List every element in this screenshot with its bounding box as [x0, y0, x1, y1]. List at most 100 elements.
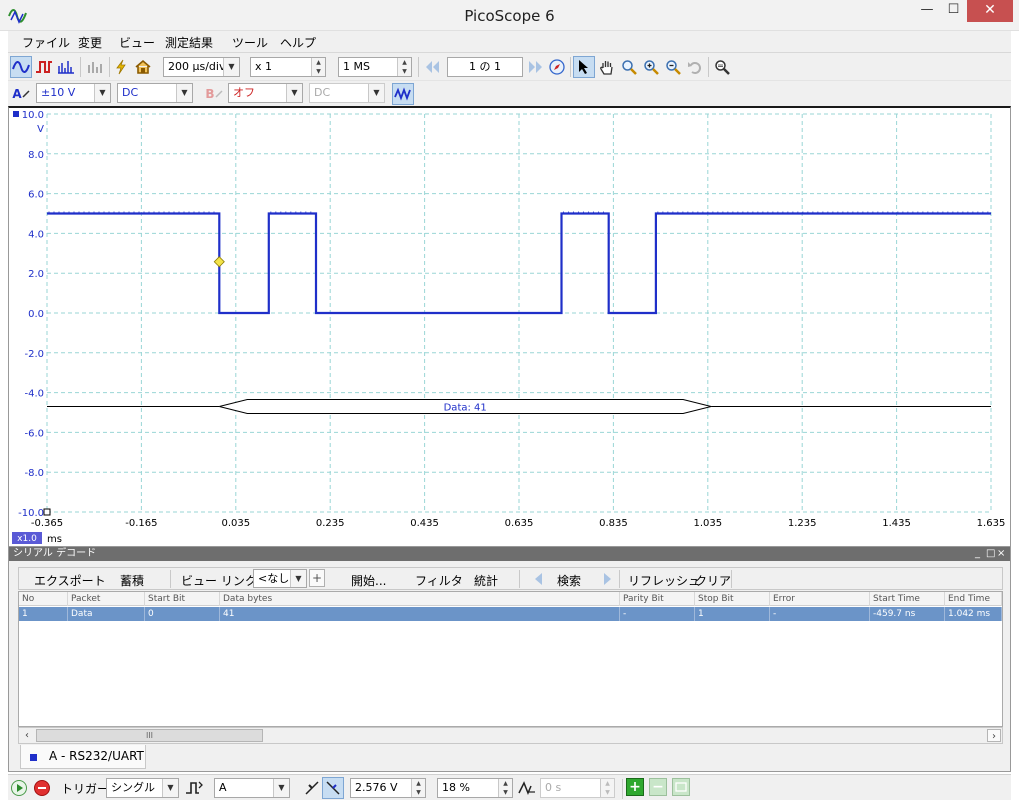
autosetup-icon[interactable]	[110, 56, 132, 78]
panel-restore-button[interactable]: □	[986, 547, 995, 561]
export-button[interactable]: エクスポート	[34, 572, 106, 589]
trigger-toolbar: トリガー シングル ▼ A ▼ 2.576 V ▲ ▼ 18 % ▲ ▼ 0 s ▲…	[8, 774, 1011, 800]
add-link-button[interactable]: +	[309, 569, 325, 587]
maximize-button[interactable]: ☐	[940, 0, 967, 22]
zoom-icon[interactable]	[618, 56, 640, 78]
view-link-select[interactable]: <なし> ▼	[253, 569, 307, 588]
column-header[interactable]: Error	[770, 592, 870, 606]
run-button[interactable]	[11, 780, 27, 796]
plus-icon: +	[629, 779, 641, 795]
scope-view[interactable]: 10.0 8.0 6.0 4.0 2.0 0.0 -2.0 -4.0 -6.0 -8.0 -10.0…	[8, 106, 1011, 546]
first-buffer-icon[interactable]	[421, 56, 443, 78]
timebase-select[interactable]: 200 µs/div ▼	[163, 57, 240, 77]
panel-minimize-button[interactable]: _	[975, 547, 980, 561]
math-channels-icon[interactable]	[392, 83, 414, 105]
add-measurement-button[interactable]: +	[626, 778, 644, 796]
close-button[interactable]: ✕	[967, 0, 1013, 22]
filter-button[interactable]: フィルタ	[415, 572, 463, 589]
x-tick-label: -0.365	[31, 518, 63, 529]
play-icon	[17, 784, 23, 792]
pretrigger-stepper[interactable]: 18 % ▲ ▼	[437, 778, 513, 798]
channel-a-coupling-select[interactable]: DC ▼	[117, 83, 193, 103]
home-icon[interactable]	[132, 56, 154, 78]
scope-mode-icon[interactable]	[10, 56, 32, 78]
column-header[interactable]: Start Time	[870, 592, 945, 606]
zoom-overview-icon[interactable]	[711, 56, 733, 78]
rising-edge-icon[interactable]	[301, 777, 323, 799]
menu-edit[interactable]: 変更	[78, 34, 102, 51]
x-axis-unit: ms	[47, 534, 62, 545]
channel-b-label: B	[205, 87, 215, 101]
decode-panel-title-bar: シリアル デコード _ □ ×	[9, 547, 1010, 561]
zoom-in-icon[interactable]	[640, 56, 662, 78]
stop-button[interactable]	[34, 780, 50, 796]
table-row[interactable]: 1 Data 0 41 - 1 - -459.7 ns 1.042 ms	[19, 607, 1002, 621]
menu-help[interactable]: ヘルプ	[280, 34, 316, 51]
channel-b-range-select[interactable]: オフ ▼	[228, 83, 303, 103]
scrollbar-thumb[interactable]: III	[36, 729, 263, 742]
column-header[interactable]: End Time	[945, 592, 1002, 606]
chevron-down-icon: ▼	[94, 84, 110, 102]
last-buffer-icon[interactable]	[525, 56, 547, 78]
table-cell: 1.042 ms	[945, 607, 1002, 621]
table-cell: -	[770, 607, 870, 621]
compass-icon[interactable]	[546, 56, 568, 78]
menu-bar: ファイル 変更 ビュー 測定結果 ツール ヘルプ	[8, 31, 1011, 53]
search-next-icon[interactable]	[597, 568, 619, 590]
stop-icon	[38, 787, 46, 789]
main-toolbar: 200 µs/div ▼ x 1 ▲ ▼ 1 MS ▲ ▼ 1 の 1	[8, 53, 1011, 81]
spectrum-mode-icon[interactable]	[55, 56, 77, 78]
chevron-down-icon: ▼	[273, 779, 289, 797]
menu-view[interactable]: ビュー	[119, 34, 155, 51]
trigger-mode-select[interactable]: シングル ▼	[106, 778, 179, 798]
scroll-right-icon[interactable]: ›	[987, 729, 1001, 742]
statistics-button[interactable]: 統計	[474, 572, 498, 589]
accumulate-button[interactable]: 蓄積	[120, 572, 144, 589]
pointer-icon[interactable]	[573, 56, 595, 78]
search-previous-icon[interactable]	[527, 568, 549, 590]
zoom-out-icon[interactable]	[662, 56, 684, 78]
search-button[interactable]: 検索	[557, 572, 581, 589]
trigger-level-stepper[interactable]: 2.576 V ▲ ▼	[350, 778, 426, 798]
start-button[interactable]: 開始...	[351, 572, 386, 589]
panel-close-button[interactable]: ×	[997, 547, 1005, 561]
menu-measurements[interactable]: 測定結果	[165, 34, 213, 51]
channel-a-options-button[interactable]: A	[10, 83, 32, 105]
menu-tools[interactable]: ツール	[232, 34, 268, 51]
decode-toolbar: エクスポート 蓄積 ビュー リンク: <なし> ▼ + 開始... フィルタ 統…	[18, 567, 1003, 590]
menu-file[interactable]: ファイル	[22, 34, 70, 51]
spin-arrows-icon: ▲ ▼	[600, 779, 614, 797]
trigger-type-icon[interactable]	[183, 777, 205, 799]
column-header[interactable]: Stop Bit	[695, 592, 770, 606]
zoom-stepper[interactable]: x 1 ▲ ▼	[250, 57, 326, 77]
column-header[interactable]: Start Bit	[145, 592, 220, 606]
refresh-button[interactable]: リフレッシュ	[628, 572, 700, 589]
channel-a-range-select[interactable]: ±10 V ▼	[36, 83, 111, 103]
column-header[interactable]: Data bytes	[220, 592, 620, 606]
chevron-down-icon: ▼	[223, 58, 239, 76]
column-header[interactable]: Parity Bit	[620, 592, 695, 606]
scroll-left-icon[interactable]: ‹	[20, 729, 34, 742]
channel-color-swatch	[30, 754, 37, 761]
table-header: No Packet Start Bit Data bytes Parity Bi…	[19, 592, 1002, 606]
y-tick-label: -2.0	[24, 349, 44, 360]
falling-edge-icon[interactable]	[322, 777, 344, 799]
trigger-source-select[interactable]: A ▼	[214, 778, 290, 798]
column-header[interactable]: Packet	[68, 592, 145, 606]
hand-icon[interactable]	[596, 56, 618, 78]
decode-table: No Packet Start Bit Data bytes Parity Bi…	[18, 591, 1003, 727]
channel-b-options-button[interactable]: B	[203, 83, 225, 105]
decoder-tab[interactable]: A - RS232/UART	[20, 745, 146, 769]
minimize-button[interactable]: —	[914, 0, 940, 22]
horizontal-scrollbar[interactable]: ‹ III ›	[18, 727, 1003, 744]
samples-stepper[interactable]: 1 MS ▲ ▼	[338, 57, 412, 77]
buffer-navigator[interactable]: 1 の 1	[447, 57, 523, 77]
undo-zoom-icon[interactable]	[684, 56, 706, 78]
table-cell: 41	[220, 607, 620, 621]
clear-button[interactable]: クリア	[695, 572, 731, 589]
trigger-delay-value: 0 s	[545, 781, 562, 794]
column-header[interactable]: No	[19, 592, 68, 606]
persistence-mode-icon[interactable]	[33, 56, 55, 78]
signal-generator-icon[interactable]	[84, 56, 106, 78]
trigger-delay-icon[interactable]	[516, 777, 538, 799]
